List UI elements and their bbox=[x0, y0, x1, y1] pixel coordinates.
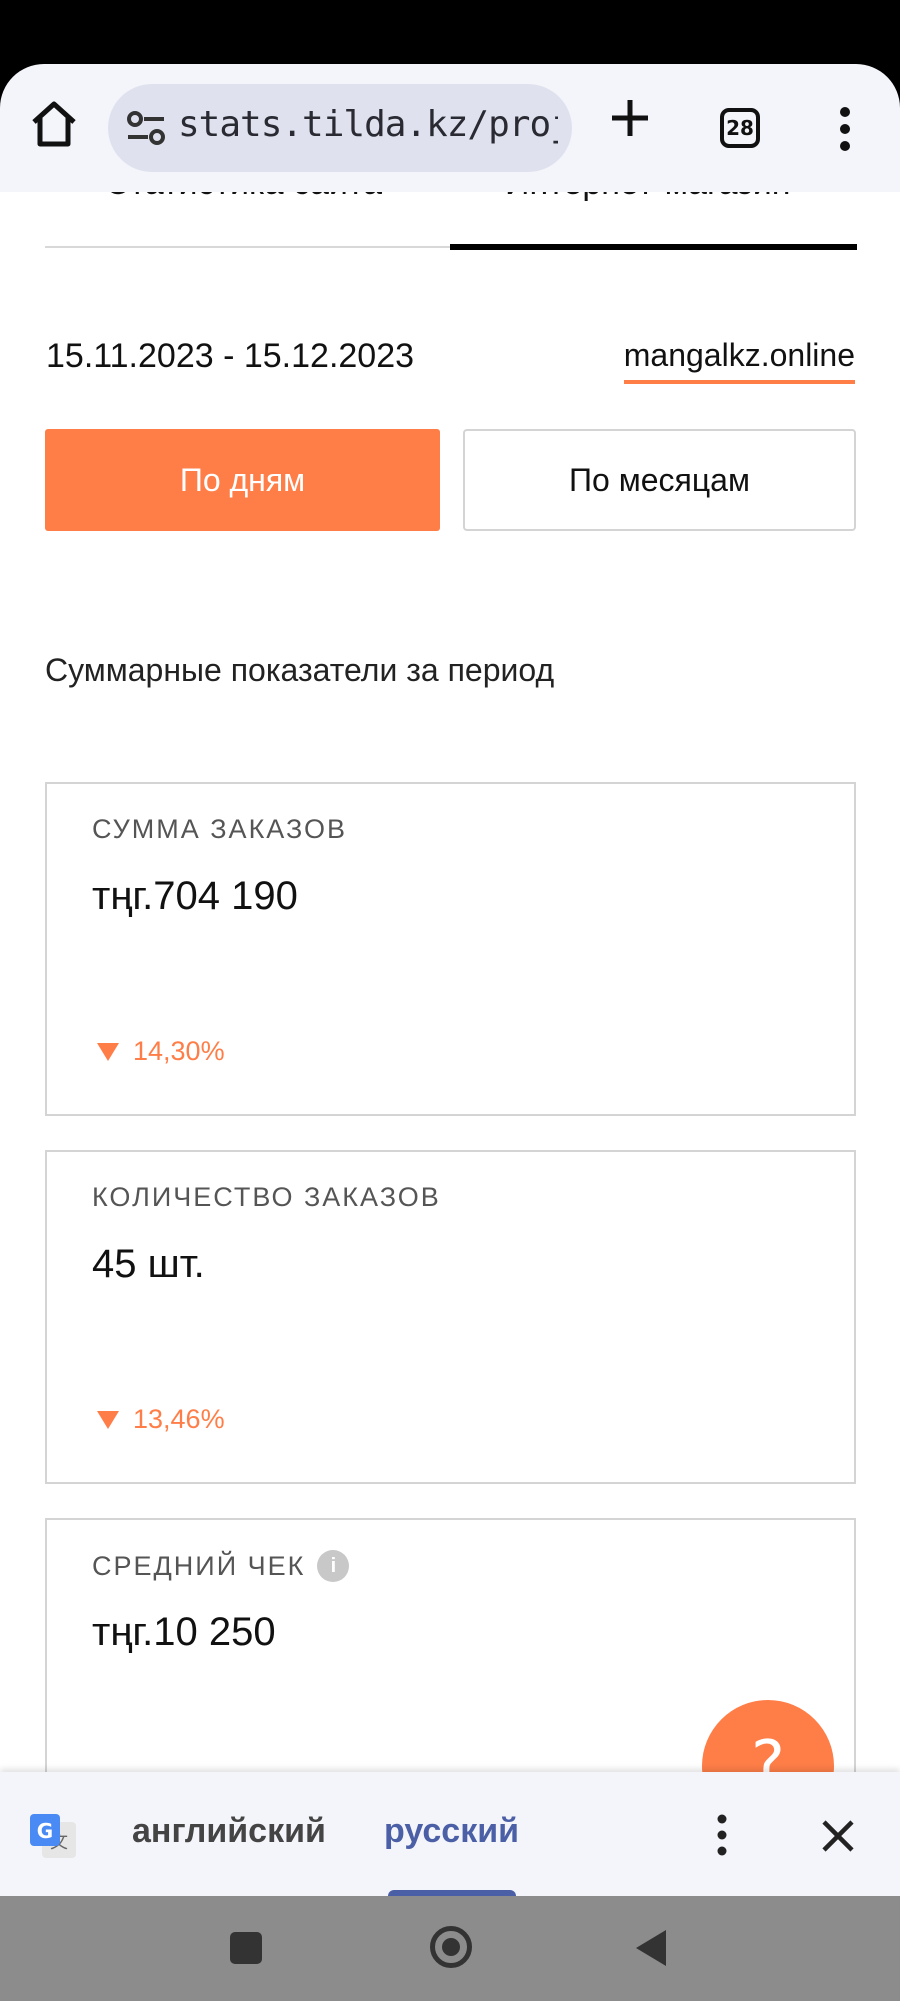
arrow-down-icon bbox=[97, 1410, 119, 1429]
metric-change: 14,30% bbox=[97, 1036, 225, 1067]
metric-label: КОЛИЧЕСТВО ЗАКАЗОВ bbox=[92, 1182, 441, 1212]
metric-label: СУММА ЗАКАЗОВ bbox=[92, 814, 348, 844]
translate-bar: 文 G английский русский bbox=[0, 1772, 900, 1898]
by-months-button[interactable]: По месяцам bbox=[463, 429, 856, 531]
system-nav-bar bbox=[0, 1896, 900, 2001]
metric-change-value: 13,46% bbox=[133, 1404, 225, 1434]
metric-value: 45 шт. bbox=[92, 1242, 205, 1286]
new-tab-icon[interactable] bbox=[606, 94, 654, 142]
date-range-picker[interactable]: 15.11.2023 - 15.12.2023 bbox=[46, 337, 414, 376]
recents-icon[interactable] bbox=[230, 1932, 262, 1964]
active-tab-indicator bbox=[450, 244, 857, 250]
site-settings-icon[interactable] bbox=[126, 110, 166, 146]
arrow-down-icon bbox=[97, 1042, 119, 1061]
tab-site-stats[interactable]: Статистика сайта bbox=[105, 192, 382, 203]
tab-switcher-button[interactable]: 28 bbox=[720, 108, 760, 148]
section-title: Суммарные показатели за период bbox=[45, 652, 555, 688]
metric-card-order-count: КОЛИЧЕСТВО ЗАКАЗОВ 45 шт. 13,46% bbox=[45, 1150, 856, 1484]
domain-selector[interactable]: mangalkz.online bbox=[623, 337, 855, 384]
svg-text:G: G bbox=[37, 1819, 53, 1843]
translate-options-icon[interactable] bbox=[708, 1812, 736, 1858]
page-content: Статистика сайта Интернет-магазин 15.11.… bbox=[0, 192, 900, 1772]
google-translate-icon: 文 G bbox=[30, 1814, 76, 1858]
metric-card-order-total: СУММА ЗАКАЗОВ тңг.704 190 14,30% bbox=[45, 782, 856, 1116]
tab-online-store[interactable]: Интернет-магазин bbox=[505, 192, 791, 203]
source-language-tab[interactable]: английский bbox=[132, 1812, 326, 1851]
close-icon[interactable] bbox=[818, 1816, 858, 1856]
metric-change: 13,46% bbox=[97, 1404, 225, 1435]
url-text[interactable]: stats.tilda.kz/projects bbox=[178, 104, 558, 145]
stats-tabs: Статистика сайта Интернет-магазин bbox=[45, 192, 857, 250]
metric-value: тңг.704 190 bbox=[92, 874, 298, 918]
address-bar[interactable]: stats.tilda.kz/projects bbox=[108, 84, 572, 172]
metric-label: СРЕДНИЙ ЧЕК i bbox=[92, 1550, 350, 1582]
more-options-icon[interactable] bbox=[830, 104, 860, 154]
home-icon[interactable] bbox=[28, 98, 80, 150]
info-icon[interactable]: i bbox=[317, 1550, 350, 1582]
back-icon[interactable] bbox=[636, 1930, 666, 1966]
by-days-button[interactable]: По дням bbox=[45, 429, 440, 531]
metric-change-value: 14,30% bbox=[133, 1036, 225, 1066]
browser-toolbar: stats.tilda.kz/projects 28 bbox=[0, 64, 900, 192]
metric-value: тңг.10 250 bbox=[92, 1610, 276, 1654]
target-language-tab[interactable]: русский bbox=[384, 1812, 519, 1851]
home-nav-icon[interactable] bbox=[430, 1926, 472, 1968]
